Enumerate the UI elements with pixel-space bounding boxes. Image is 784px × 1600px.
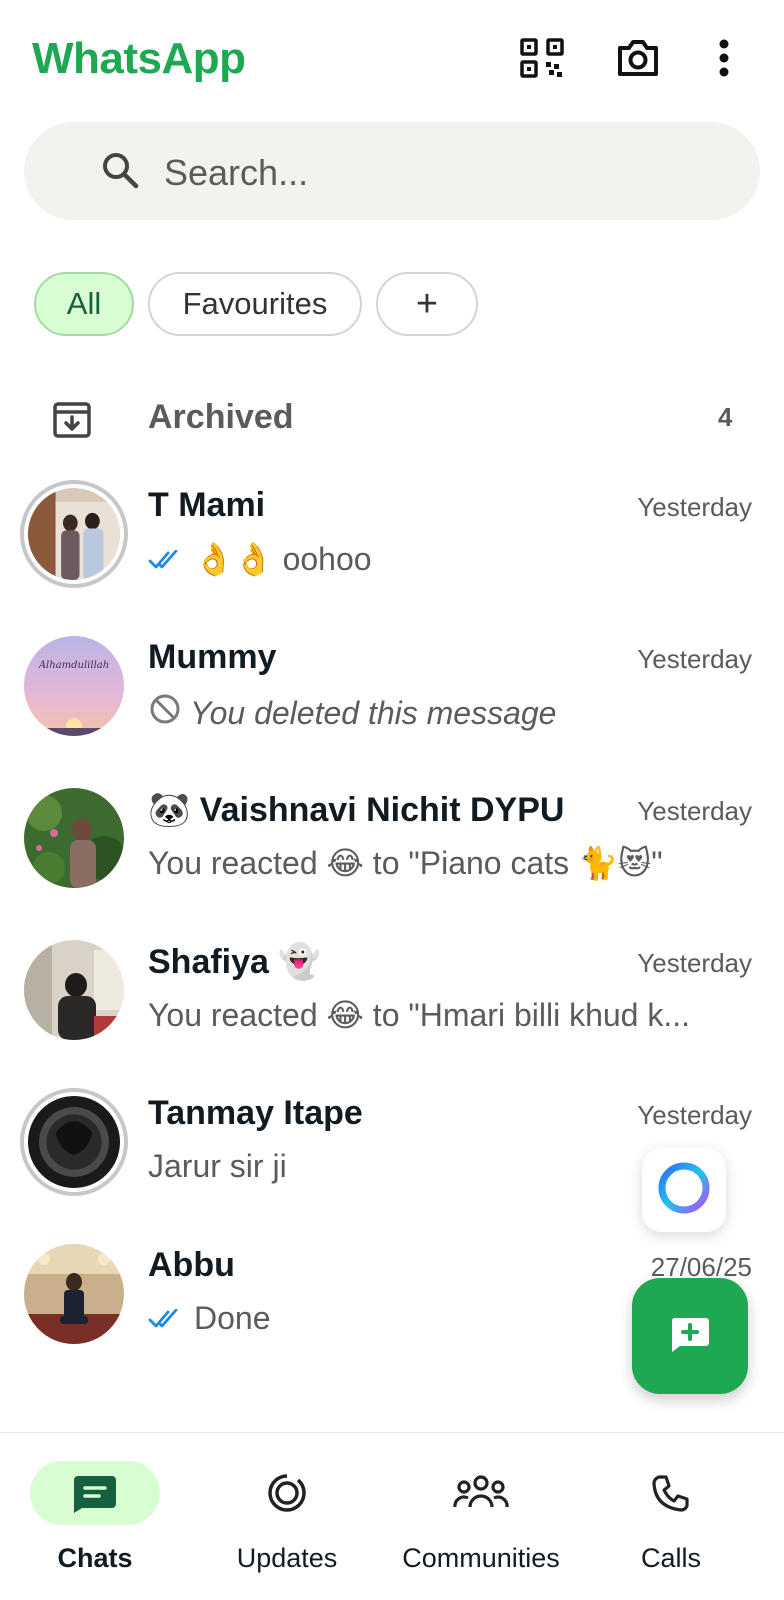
avatar[interactable]	[24, 940, 124, 1040]
chat-preview: Jarur sir ji	[148, 1148, 287, 1185]
filter-chip-all[interactable]: All	[34, 272, 134, 336]
chat-name: Abbu	[148, 1246, 235, 1284]
qr-code-icon[interactable]	[518, 34, 566, 82]
chat-item[interactable]: Alhamdulillah Mummy Yesterday You delete…	[0, 636, 784, 788]
chat-time: Yesterday	[637, 644, 752, 674]
chat-item[interactable]: 🐼 Vaishnavi Nichit DYPU Yesterday You re…	[0, 788, 784, 940]
avatar[interactable]	[20, 480, 128, 588]
chat-preview-text: You reacted 😂 to "Hmari billi khud k...	[148, 997, 691, 1033]
chat-time: Yesterday	[637, 1100, 752, 1130]
chat-preview: You reacted 😂 to "Piano cats 🐈😻"	[148, 844, 663, 882]
chat-time: Yesterday	[637, 948, 752, 978]
search-input[interactable]: Search...	[164, 152, 308, 194]
archive-icon	[50, 398, 94, 447]
search-icon	[100, 150, 140, 195]
chat-preview-text: Done	[194, 1300, 271, 1336]
camera-icon[interactable]	[614, 34, 662, 82]
app-title: WhatsApp	[32, 34, 246, 83]
new-chat-button[interactable]	[632, 1278, 748, 1394]
app-header: WhatsApp	[0, 0, 784, 112]
bottom-navigation: Chats Updates Communities Calls	[0, 1432, 784, 1600]
chat-name: Mummy	[148, 638, 277, 676]
chat-time: Yesterday	[637, 796, 752, 826]
chat-name: Shafiya 👻	[148, 943, 321, 981]
nav-calls[interactable]: Calls	[606, 1433, 736, 1600]
chat-preview-text: You reacted 😂 to "Piano cats 🐈😻"	[148, 845, 663, 881]
chat-name: 🐼 Vaishnavi Nichit DYPU	[148, 791, 565, 829]
chats-icon[interactable]	[30, 1461, 160, 1525]
nav-chats-label: Chats	[57, 1543, 133, 1573]
chat-preview-text: 👌👌 oohoo	[194, 541, 372, 577]
more-vert-icon[interactable]	[700, 34, 748, 82]
chat-preview: You reacted 😂 to "Hmari billi khud k...	[148, 996, 690, 1034]
nav-communities-label: Communities	[402, 1543, 560, 1573]
updates-icon[interactable]	[222, 1461, 352, 1525]
calls-icon[interactable]	[606, 1461, 736, 1525]
meta-ai-icon	[654, 1158, 714, 1223]
svg-text:Alhamdulillah: Alhamdulillah	[38, 660, 109, 671]
add-filter-button[interactable]: +	[376, 272, 478, 336]
avatar[interactable]	[24, 788, 124, 888]
chat-preview-text: Jarur sir ji	[148, 1148, 287, 1184]
chat-name: Tanmay Itape	[148, 1094, 363, 1132]
avatar[interactable]: Alhamdulillah	[24, 636, 124, 736]
chat-preview: 👌👌 oohoo	[148, 540, 372, 578]
search-bar[interactable]: Search...	[24, 122, 760, 220]
archived-count: 4	[718, 402, 733, 432]
chat-item[interactable]: T Mami Yesterday 👌👌 oohoo	[0, 480, 784, 636]
archived-row[interactable]: Archived 4	[0, 382, 784, 456]
double-check-icon	[148, 541, 182, 578]
filter-chip-favourites[interactable]: Favourites	[148, 272, 362, 336]
communities-icon[interactable]	[416, 1461, 546, 1525]
archived-label: Archived	[148, 398, 294, 436]
chat-time: Yesterday	[637, 492, 752, 522]
nav-updates-label: Updates	[236, 1543, 338, 1573]
chat-item[interactable]: Shafiya 👻 Yesterday You reacted 😂 to "Hm…	[0, 940, 784, 1092]
chat-preview: You deleted this message	[148, 692, 556, 734]
meta-ai-button[interactable]	[642, 1148, 726, 1232]
chat-preview: Done	[148, 1300, 271, 1337]
blocked-icon	[148, 692, 182, 734]
nav-communities[interactable]: Communities	[396, 1433, 566, 1600]
avatar[interactable]	[20, 1088, 128, 1196]
chat-name: T Mami	[148, 486, 266, 524]
double-check-icon	[148, 1300, 182, 1337]
nav-chats[interactable]: Chats	[30, 1433, 160, 1600]
nav-calls-label: Calls	[640, 1543, 701, 1573]
chat-preview-text: You deleted this message	[190, 694, 557, 731]
new-chat-icon	[668, 1314, 712, 1359]
nav-updates[interactable]: Updates	[222, 1433, 352, 1600]
avatar[interactable]	[24, 1244, 124, 1344]
